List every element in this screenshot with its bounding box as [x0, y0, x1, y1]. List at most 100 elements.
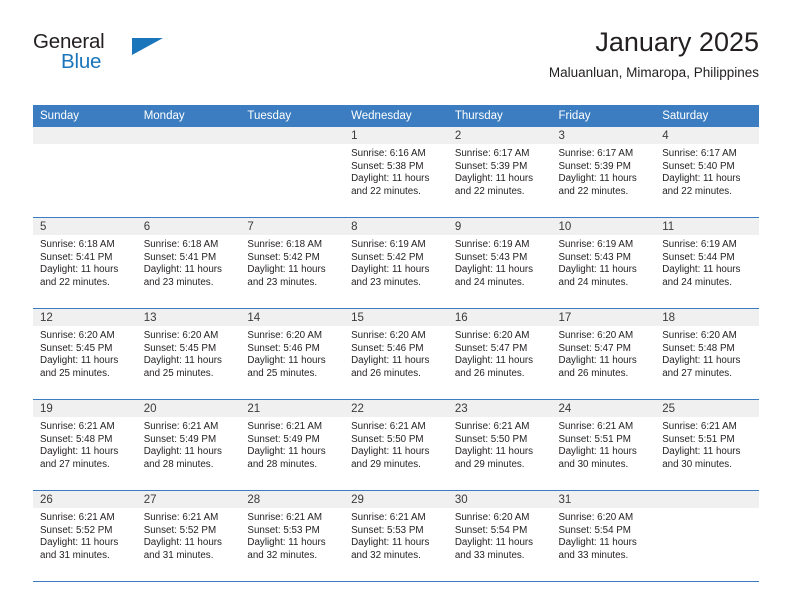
weekday-header-monday: Monday — [136, 105, 241, 127]
daylight-text-line1: Daylight: 11 hours — [662, 446, 741, 458]
weekday-header-friday: Friday — [551, 105, 656, 127]
calendar-day-cell[interactable]: 18 Sunrise: 6:20 AM Sunset: 5:48 PM Dayligh… — [655, 308, 759, 400]
weekday-header-saturday: Saturday — [655, 105, 759, 127]
calendar-day-cell[interactable]: 21 Sunrise: 6:21 AM Sunset: 5:49 PM Dayligh… — [240, 399, 345, 491]
calendar-day-cell[interactable]: 29 Sunrise: 6:21 AM Sunset: 5:53 PM Dayligh… — [344, 490, 448, 582]
day-details: Sunrise: 6:20 AM Sunset: 5:46 PM Daylight:… — [344, 326, 448, 380]
calendar-day-cell[interactable]: 4 Sunrise: 6:17 AM Sunset: 5:40 PM Daylight… — [655, 127, 759, 218]
day-details: Sunrise: 6:21 AM Sunset: 5:48 PM Daylight:… — [33, 417, 137, 471]
day-number: 5 — [33, 218, 137, 235]
calendar-day-cell[interactable]: 9 Sunrise: 6:19 AM Sunset: 5:43 PM Daylight… — [447, 217, 552, 309]
calendar-day-cell[interactable]: 19 Sunrise: 6:21 AM Sunset: 5:48 PM Dayligh… — [33, 399, 137, 491]
calendar-day-cell[interactable]: 28 Sunrise: 6:21 AM Sunset: 5:53 PM Dayligh… — [240, 490, 345, 582]
calendar-day-cell[interactable]: 8 Sunrise: 6:19 AM Sunset: 5:42 PM Daylight… — [344, 217, 448, 309]
daylight-text-line1: Daylight: 11 hours — [662, 173, 741, 185]
calendar-day-cell[interactable]: 12 Sunrise: 6:20 AM Sunset: 5:45 PM Dayligh… — [33, 308, 137, 400]
sunset-text: Sunset: 5:54 PM — [454, 524, 528, 536]
calendar-day-cell[interactable]: 6 Sunrise: 6:18 AM Sunset: 5:41 PM Daylight… — [136, 217, 241, 309]
daylight-text-line2: and 25 minutes. — [40, 367, 110, 379]
daylight-text-line2: and 32 minutes. — [351, 549, 421, 561]
day-number: 1 — [344, 127, 448, 144]
calendar-day-cell[interactable]: 27 Sunrise: 6:21 AM Sunset: 5:52 PM Dayligh… — [136, 490, 241, 582]
sunrise-text: Sunrise: 6:20 AM — [454, 330, 530, 341]
calendar-day-cell[interactable]: 25 Sunrise: 6:21 AM Sunset: 5:51 PM Dayligh… — [655, 399, 759, 491]
day-number: 8 — [344, 218, 448, 235]
sunset-text: Sunset: 5:40 PM — [662, 160, 735, 172]
daylight-text-line1: Daylight: 11 hours — [454, 446, 534, 458]
sunset-text: Sunset: 5:50 PM — [454, 433, 528, 445]
daylight-text-line2: and 24 minutes. — [662, 276, 732, 288]
sunset-text: Sunset: 5:52 PM — [143, 524, 217, 536]
calendar-day-cell[interactable]: 7 Sunrise: 6:18 AM Sunset: 5:42 PM Daylight… — [240, 217, 345, 309]
sunrise-text: Sunrise: 6:20 AM — [662, 330, 737, 341]
daylight-text-line1: Daylight: 11 hours — [558, 355, 637, 367]
daylight-text-line2: and 31 minutes. — [40, 549, 110, 561]
calendar-day-cell[interactable]: 13 Sunrise: 6:20 AM Sunset: 5:45 PM Dayligh… — [136, 308, 241, 400]
sunrise-text: Sunrise: 6:18 AM — [143, 239, 219, 250]
sunrise-text: Sunrise: 6:21 AM — [40, 421, 115, 432]
calendar-day-cell[interactable]: 24 Sunrise: 6:21 AM Sunset: 5:51 PM Dayligh… — [551, 399, 656, 491]
calendar-day-cell[interactable] — [655, 490, 759, 582]
sunset-text: Sunset: 5:39 PM — [454, 160, 528, 172]
sunset-text: Sunset: 5:54 PM — [558, 524, 631, 536]
calendar-day-cell[interactable]: 26 Sunrise: 6:21 AM Sunset: 5:52 PM Dayligh… — [33, 490, 137, 582]
daylight-text-line2: and 26 minutes. — [351, 367, 421, 379]
sunset-text: Sunset: 5:46 PM — [247, 342, 320, 354]
calendar-day-cell[interactable]: 10 Sunrise: 6:19 AM Sunset: 5:43 PM Dayligh… — [551, 217, 656, 309]
day-details: Sunrise: 6:21 AM Sunset: 5:49 PM Daylight:… — [137, 417, 241, 471]
sunrise-text: Sunrise: 6:20 AM — [454, 512, 530, 523]
day-number: 15 — [344, 309, 448, 326]
daylight-text-line2: and 32 minutes. — [247, 549, 318, 561]
daylight-text-line1: Daylight: 11 hours — [247, 355, 326, 367]
sunset-text: Sunset: 5:38 PM — [351, 160, 424, 172]
calendar-day-cell[interactable]: 14 Sunrise: 6:20 AM Sunset: 5:46 PM Dayligh… — [240, 308, 345, 400]
sunset-text: Sunset: 5:48 PM — [40, 433, 113, 445]
calendar-day-cell[interactable]: 17 Sunrise: 6:20 AM Sunset: 5:47 PM Dayligh… — [551, 308, 656, 400]
logo-text-blue: Blue — [61, 50, 102, 73]
day-number: 25 — [655, 400, 759, 417]
day-number: 13 — [136, 309, 241, 326]
logo-triangle-icon — [132, 38, 163, 55]
day-details: Sunrise: 6:20 AM Sunset: 5:47 PM Daylight:… — [552, 326, 656, 380]
calendar-day-cell[interactable]: 30 Sunrise: 6:20 AM Sunset: 5:54 PM Dayligh… — [447, 490, 552, 582]
calendar-week-row: 19 Sunrise: 6:21 AM Sunset: 5:48 PM Dayligh… — [33, 399, 759, 491]
day-number: 29 — [344, 491, 448, 508]
daylight-text-line2: and 28 minutes. — [143, 458, 214, 470]
day-details: Sunrise: 6:18 AM Sunset: 5:42 PM Daylight:… — [240, 235, 344, 289]
calendar-week-row: 1 Sunrise: 6:16 AM Sunset: 5:38 PM Daylight… — [33, 127, 759, 218]
sunrise-text: Sunrise: 6:21 AM — [247, 512, 323, 523]
calendar-day-cell[interactable]: 3 Sunrise: 6:17 AM Sunset: 5:39 PM Daylight… — [551, 127, 656, 218]
calendar-day-cell[interactable]: 23 Sunrise: 6:21 AM Sunset: 5:50 PM Dayligh… — [447, 399, 552, 491]
sunset-text: Sunset: 5:47 PM — [454, 342, 528, 354]
calendar-page: General Blue January 2025 Maluanluan, Mi… — [0, 0, 792, 612]
calendar-day-cell[interactable]: 20 Sunrise: 6:21 AM Sunset: 5:49 PM Dayligh… — [136, 399, 241, 491]
daylight-text-line1: Daylight: 11 hours — [558, 264, 637, 276]
calendar-day-cell[interactable]: 11 Sunrise: 6:19 AM Sunset: 5:44 PM Dayligh… — [655, 217, 759, 309]
sunrise-text: Sunrise: 6:17 AM — [454, 148, 530, 159]
day-number: 7 — [240, 218, 345, 235]
calendar-day-cell[interactable]: 31 Sunrise: 6:20 AM Sunset: 5:54 PM Dayligh… — [551, 490, 656, 582]
sunset-text: Sunset: 5:52 PM — [40, 524, 113, 536]
calendar-day-cell[interactable] — [240, 127, 345, 218]
calendar-day-cell[interactable]: 15 Sunrise: 6:20 AM Sunset: 5:46 PM Dayligh… — [344, 308, 448, 400]
calendar-grid: Sunday Monday Tuesday Wednesday Thursday… — [33, 105, 759, 582]
calendar-day-cell[interactable]: 16 Sunrise: 6:20 AM Sunset: 5:47 PM Dayligh… — [447, 308, 552, 400]
day-number — [33, 127, 137, 144]
calendar-day-cell[interactable]: 22 Sunrise: 6:21 AM Sunset: 5:50 PM Dayligh… — [344, 399, 448, 491]
daylight-text-line1: Daylight: 11 hours — [558, 446, 637, 458]
day-number: 23 — [447, 400, 552, 417]
day-number: 20 — [136, 400, 241, 417]
daylight-text-line1: Daylight: 11 hours — [143, 355, 222, 367]
day-number: 28 — [240, 491, 345, 508]
calendar-day-cell[interactable]: 1 Sunrise: 6:16 AM Sunset: 5:38 PM Daylight… — [344, 127, 448, 218]
daylight-text-line1: Daylight: 11 hours — [558, 537, 637, 549]
sunset-text: Sunset: 5:48 PM — [662, 342, 735, 354]
day-number: 30 — [447, 491, 552, 508]
day-details: Sunrise: 6:21 AM Sunset: 5:49 PM Daylight:… — [240, 417, 344, 471]
day-details: Sunrise: 6:21 AM Sunset: 5:50 PM Daylight:… — [448, 417, 552, 471]
calendar-day-cell[interactable]: 5 Sunrise: 6:18 AM Sunset: 5:41 PM Daylight… — [33, 217, 137, 309]
calendar-day-cell[interactable] — [33, 127, 137, 218]
calendar-day-cell[interactable]: 2 Sunrise: 6:17 AM Sunset: 5:39 PM Daylight… — [447, 127, 552, 218]
daylight-text-line2: and 23 minutes. — [351, 276, 421, 288]
calendar-day-cell[interactable] — [136, 127, 241, 218]
